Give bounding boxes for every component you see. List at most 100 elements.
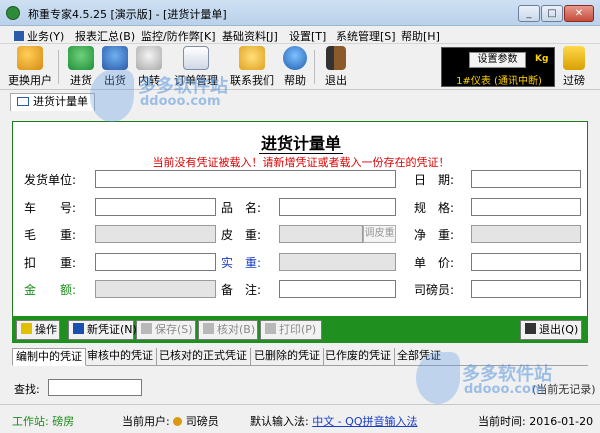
- user-status: 当前用户: 司磅员: [122, 415, 219, 428]
- menu-reports[interactable]: 报表汇总(B): [75, 28, 135, 44]
- spec-label: 规 格:: [414, 201, 455, 215]
- window-title: 称重专家4.5.25 [演示版] - [进货计量单]: [28, 8, 227, 21]
- date-field[interactable]: [471, 170, 581, 188]
- deduct-field[interactable]: [95, 253, 216, 271]
- workstation-status: 工作站: 磅房: [12, 415, 75, 428]
- exit-button[interactable]: 退出: [322, 46, 350, 88]
- new-voucher-button[interactable]: 新凭证(N): [68, 320, 137, 340]
- print-button[interactable]: 打印(P): [260, 320, 322, 340]
- printer-icon: [265, 323, 276, 334]
- amount-field: [95, 280, 216, 298]
- gross-field: [95, 225, 216, 243]
- form-warning: 当前没有凭证被载入！请新增凭证或者载入一份存在的凭证！: [152, 156, 450, 169]
- toolbar-separator: [58, 50, 59, 84]
- maximize-button[interactable]: □: [541, 5, 563, 22]
- price-field[interactable]: [471, 253, 581, 271]
- orders-icon: [183, 46, 209, 70]
- tab-voided[interactable]: 已作废的凭证: [322, 348, 395, 366]
- help-icon: [283, 46, 307, 70]
- meter-status: 1#仪表 (通讯中断): [456, 76, 542, 87]
- quit-button[interactable]: 退出(Q): [520, 320, 582, 340]
- spec-field[interactable]: [471, 198, 581, 216]
- vehicle-label: 车 号:: [24, 201, 77, 215]
- form-title: 进货计量单: [258, 134, 343, 154]
- help-button[interactable]: 帮助: [282, 46, 308, 88]
- save-button[interactable]: 保存(S): [136, 320, 196, 340]
- key-icon: [173, 417, 183, 426]
- tab-verified[interactable]: 已核对的正式凭证: [156, 348, 251, 366]
- purchase-icon: [68, 46, 94, 70]
- menu-help[interactable]: 帮助[H]: [401, 28, 440, 44]
- operator-label: 司磅员:: [414, 283, 455, 297]
- tare-label: 皮 重:: [221, 228, 262, 242]
- net-field: [471, 225, 581, 243]
- purchase-button[interactable]: 进货: [66, 46, 96, 88]
- operator-field[interactable]: [471, 280, 581, 298]
- weigh-button[interactable]: 过磅: [558, 46, 590, 88]
- menu-business[interactable]: 业务(Y): [14, 28, 64, 44]
- tare-adjust-button[interactable]: 调皮重: [363, 225, 396, 243]
- vehicle-field[interactable]: [95, 198, 216, 216]
- contact-button[interactable]: 联系我们: [226, 46, 278, 88]
- settings-button[interactable]: 设置参数: [469, 52, 526, 68]
- actual-weight-field: [279, 253, 396, 271]
- exit-icon: [525, 323, 536, 334]
- search-label: 查找:: [14, 383, 40, 396]
- document-tab[interactable]: 进货计量单: [10, 93, 95, 111]
- supplier-field[interactable]: [95, 170, 396, 188]
- menu-system[interactable]: 系统管理[S]: [336, 28, 396, 44]
- toolbar-separator: [314, 50, 315, 84]
- operate-button[interactable]: 操作: [16, 320, 60, 340]
- remark-label: 备 注:: [221, 283, 262, 297]
- menu-bar: 业务(Y) 报表汇总(B) 监控/防作弊[K] 基础资料[J] 设置[T] 系统…: [0, 26, 600, 44]
- deduct-label: 扣 重:: [24, 256, 77, 270]
- menu-basic-data[interactable]: 基础资料[J]: [222, 28, 278, 44]
- title-bar: 称重专家4.5.25 [演示版] - [进货计量单] _ □ ✕: [0, 0, 600, 26]
- transfer-icon: [136, 46, 162, 70]
- tab-reviewing[interactable]: 审核中的凭证: [84, 348, 157, 366]
- exit-door-icon: [326, 46, 346, 70]
- sales-icon: [102, 46, 128, 70]
- supplier-label: 发货单位:: [24, 173, 77, 187]
- app-icon: [6, 6, 20, 20]
- minimize-button[interactable]: _: [518, 5, 540, 22]
- time-status: 当前时间: 2016-01-20: [478, 415, 594, 428]
- watermark-logo: [416, 352, 460, 404]
- product-field[interactable]: [279, 198, 396, 216]
- status-bar: 工作站: 磅房 当前用户: 司磅员 默认输入法: 中文 - QQ拼音输入法 当前…: [0, 404, 600, 433]
- input-method-status: 默认输入法: 中文 - QQ拼音输入法: [250, 415, 418, 428]
- tab-deleted[interactable]: 已删除的凭证: [251, 348, 324, 366]
- watermark-url: ddooo.com: [140, 94, 221, 109]
- purchase-form: 进货计量单 当前没有凭证被载入！请新增凭证或者载入一份存在的凭证！ 发货单位: …: [12, 121, 588, 317]
- actual-weight-label: 实 重:: [221, 256, 262, 270]
- tab-drafting[interactable]: 编制中的凭证: [12, 348, 86, 366]
- product-label: 品 名:: [221, 201, 262, 215]
- phone-icon: [239, 46, 265, 70]
- users-icon: [17, 46, 43, 70]
- check-icon: [203, 323, 214, 334]
- disk-icon: [141, 323, 152, 334]
- date-label: 日 期:: [414, 173, 455, 187]
- gross-label: 毛 重:: [24, 228, 77, 242]
- truck-icon: [563, 46, 585, 70]
- form-icon: [17, 97, 29, 106]
- close-button[interactable]: ✕: [564, 5, 594, 22]
- watermark-url: ddooo.com: [464, 382, 545, 397]
- plus-icon: [73, 323, 84, 334]
- search-input[interactable]: [48, 379, 142, 396]
- menu-settings[interactable]: 设置[T]: [289, 28, 326, 44]
- scale-meter-panel: 设置参数 Kg 1#仪表 (通讯中断): [441, 47, 555, 87]
- menu-monitor[interactable]: 监控/防作弊[K]: [141, 28, 216, 44]
- switch-user-button[interactable]: 更换用户: [6, 46, 54, 88]
- lightning-icon: [21, 323, 32, 334]
- price-label: 单 价:: [414, 256, 455, 270]
- command-bar: 操作 新凭证(N) 保存(S) 核对(B) 打印(P) 退出(Q): [12, 316, 588, 343]
- remark-field[interactable]: [279, 280, 396, 298]
- net-label: 净 重:: [414, 228, 455, 242]
- amount-label: 金 额:: [24, 283, 77, 297]
- tare-field: [279, 225, 363, 243]
- watermark-logo: [90, 70, 134, 122]
- unit-label: Kg: [535, 54, 549, 64]
- menu-icon: [14, 31, 24, 41]
- verify-button[interactable]: 核对(B): [198, 320, 258, 340]
